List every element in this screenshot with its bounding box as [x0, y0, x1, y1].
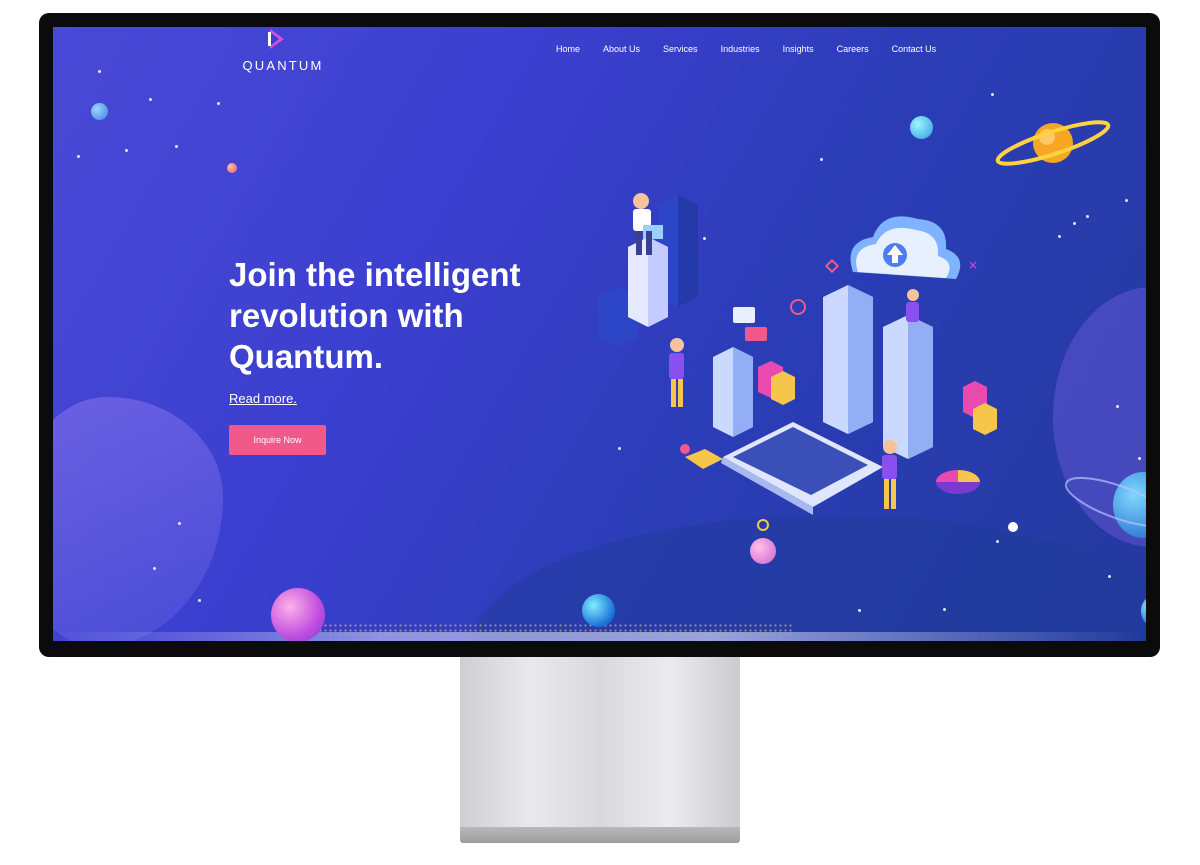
- star: [1116, 405, 1119, 408]
- hero-title: Join the intelligent revolution with Qua…: [229, 254, 609, 377]
- star: [149, 98, 152, 101]
- star: [125, 149, 128, 152]
- inquire-now-button[interactable]: Inquire Now: [229, 425, 326, 455]
- star: [1073, 222, 1076, 225]
- star: [858, 609, 861, 612]
- nav-industries[interactable]: Industries: [721, 44, 760, 54]
- hero-illustration: ×: [598, 193, 997, 531]
- laptop-icon: [721, 422, 883, 515]
- star: [1125, 199, 1128, 202]
- nav-services[interactable]: Services: [663, 44, 698, 54]
- planet-icon: [910, 116, 933, 139]
- main-navigation: Home About Us Services Industries Insigh…: [556, 44, 959, 54]
- star: [217, 102, 220, 105]
- nav-insights[interactable]: Insights: [783, 44, 814, 54]
- chat-bubble-icon: [733, 307, 767, 341]
- hero-title-line-3: Quantum.: [229, 338, 383, 375]
- star: [198, 599, 201, 602]
- quantum-logo-icon: [268, 29, 284, 49]
- star: [943, 608, 946, 611]
- nav-about-us[interactable]: About Us: [603, 44, 640, 54]
- star: [1108, 575, 1111, 578]
- star: [98, 70, 101, 73]
- bottom-dot-band: [313, 623, 793, 635]
- star: [996, 540, 999, 543]
- mail-icon: [680, 444, 723, 469]
- ring-icon: [790, 299, 806, 315]
- planet-icon: [227, 163, 237, 173]
- background-blob-left: [53, 397, 223, 641]
- star: [820, 158, 823, 161]
- star: [175, 145, 178, 148]
- read-more-link[interactable]: Read more.: [229, 391, 297, 406]
- nav-home[interactable]: Home: [556, 44, 580, 54]
- monitor-stand-base: [460, 827, 740, 843]
- brand-name: QUANTUM: [242, 58, 324, 73]
- planet-icon: [271, 588, 325, 641]
- star: [178, 522, 181, 525]
- nav-careers[interactable]: Careers: [837, 44, 869, 54]
- star: [77, 155, 80, 158]
- monitor-stand: [460, 657, 740, 827]
- star: [991, 93, 994, 96]
- star: [1138, 457, 1141, 460]
- brand-logo[interactable]: QUANTUM: [238, 27, 328, 77]
- cloud-upload-icon: [850, 216, 961, 279]
- star: [1086, 215, 1089, 218]
- ring-planet-icon: [1065, 476, 1146, 528]
- nav-contact-us[interactable]: Contact Us: [892, 44, 937, 54]
- website-screen: QUANTUM Home About Us Services Industrie…: [53, 27, 1146, 641]
- ring-icon: [757, 519, 769, 531]
- cross-icon: ×: [968, 258, 978, 272]
- hero-title-line-1: Join the intelligent: [229, 256, 521, 293]
- saturn-planet-icon: [995, 120, 1111, 166]
- planet-icon: [1008, 522, 1018, 532]
- hero-title-line-2: revolution with: [229, 297, 464, 334]
- planet-icon: [91, 103, 108, 120]
- star: [1058, 235, 1061, 238]
- diamond-icon: [824, 258, 840, 274]
- planet-icon: [582, 594, 615, 627]
- pie-chart-icon: [936, 470, 980, 494]
- planet-icon: [750, 538, 776, 564]
- star: [153, 567, 156, 570]
